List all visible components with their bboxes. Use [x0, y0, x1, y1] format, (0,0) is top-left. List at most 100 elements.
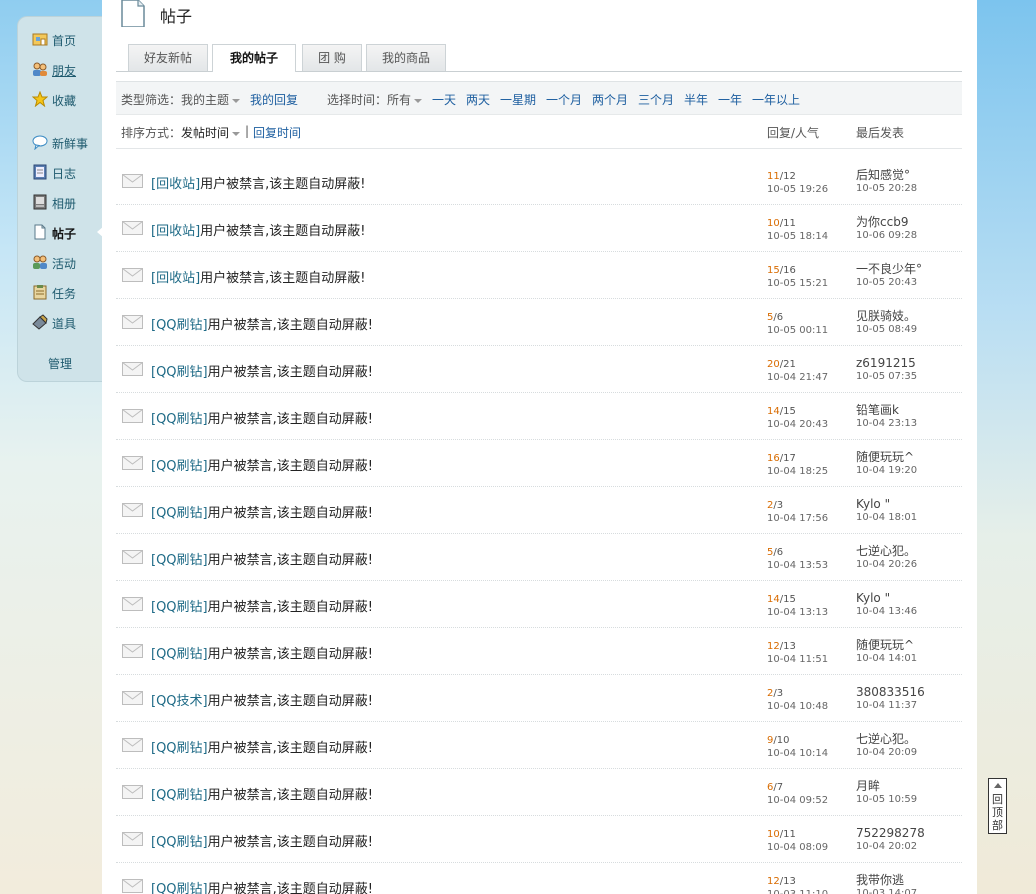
thread-title: 用户被禁言,该主题自动屏蔽!: [207, 553, 373, 568]
sidebar-item-favorites[interactable]: 收藏: [18, 87, 103, 111]
time-range-2months[interactable]: 两个月: [592, 91, 628, 108]
last-poster-link[interactable]: 752298278: [856, 827, 925, 840]
last-post-time: 10-05 20:43: [856, 277, 918, 288]
sidebar-item-label: 帖子: [52, 227, 77, 241]
sidebar-item-tasks[interactable]: 任务: [18, 280, 103, 304]
last-post-time: 10-05 08:49: [856, 324, 918, 335]
thread-subject-link[interactable]: [QQ刷钻]用户被禁言,该主题自动屏蔽!: [151, 361, 373, 380]
table-row: [QQ刷钻]用户被禁言,该主题自动屏蔽! 9/10 10-04 10:14 七逆心犯。…: [116, 722, 962, 769]
last-post: 随便玩玩^ 10-04 19:20: [856, 451, 917, 477]
last-poster-link[interactable]: 一不良少年°: [856, 263, 922, 276]
thread-subject-link[interactable]: [回收站]用户被禁言,该主题自动屏蔽!: [151, 220, 366, 239]
post-date: 10-05 00:11: [767, 325, 829, 336]
time-range-2days[interactable]: 两天: [466, 91, 490, 108]
last-poster-link[interactable]: 随便玩玩^: [856, 639, 917, 652]
last-poster-link[interactable]: z6191215: [856, 357, 917, 370]
time-range-1day[interactable]: 一天: [432, 91, 456, 108]
last-poster-link[interactable]: 七逆心犯。: [856, 733, 917, 746]
last-poster-link[interactable]: 我带你逃: [856, 874, 917, 887]
last-post-time: 10-04 14:01: [856, 653, 918, 664]
table-row: [回收站]用户被禁言,该主题自动屏蔽! 10/11 10-05 18:14 为你ccb…: [116, 205, 962, 252]
back-to-top-button[interactable]: 回顶部: [988, 778, 1007, 834]
last-poster-link[interactable]: Kylo ": [856, 592, 917, 605]
thread-subject-link[interactable]: [QQ刷钻]用户被禁言,该主题自动屏蔽!: [151, 455, 373, 474]
last-poster-link[interactable]: 见朕骑妓。: [856, 310, 917, 323]
table-row: [QQ刷钻]用户被禁言,该主题自动屏蔽! 10/11 10-04 08:09 7522…: [116, 816, 962, 863]
view-count: 11: [783, 829, 796, 840]
sidebar-item-news[interactable]: 新鲜事: [18, 130, 103, 154]
envelope-icon: [122, 785, 143, 799]
thread-subject-link[interactable]: [QQ刷钻]用户被禁言,该主题自动屏蔽!: [151, 596, 373, 615]
reply-count: 16: [767, 453, 780, 464]
thread-subject-link[interactable]: [QQ刷钻]用户被禁言,该主题自动屏蔽!: [151, 408, 373, 427]
sort-by-reply-time[interactable]: 回复时间: [253, 124, 301, 141]
tab-group-buy[interactable]: 团 购: [302, 44, 362, 71]
thread-subject-link[interactable]: [QQ刷钻]用户被禁言,该主题自动屏蔽!: [151, 643, 373, 662]
post-date: 10-04 10:48: [767, 701, 829, 712]
tab-my-posts[interactable]: 我的帖子: [212, 44, 296, 72]
tab-friends-posts[interactable]: 好友新帖: [128, 44, 208, 71]
post-date: 10-05 18:14: [767, 231, 829, 242]
last-post: 见朕骑妓。 10-05 08:49: [856, 310, 917, 336]
arrow-up-icon: [994, 783, 1002, 788]
thread-stats: 10/11 10-05 18:14: [767, 217, 828, 243]
time-filter-dropdown[interactable]: 所有: [387, 91, 423, 108]
thread-category: [QQ技术]: [151, 694, 208, 709]
last-poster-link[interactable]: 月眸: [856, 780, 917, 793]
last-post: 七逆心犯。 10-04 20:09: [856, 733, 917, 759]
last-poster-link[interactable]: 后知感觉°: [856, 169, 917, 182]
table-row: [QQ刷钻]用户被禁言,该主题自动屏蔽! 12/13 10-04 11:51 随便玩玩…: [116, 628, 962, 675]
sidebar-item-friends[interactable]: 朋友: [18, 57, 103, 81]
last-post-time: 10-04 13:46: [856, 606, 918, 617]
thread-subject-link[interactable]: [QQ技术]用户被禁言,该主题自动屏蔽!: [151, 690, 373, 709]
thread-subject-link[interactable]: [QQ刷钻]用户被禁言,该主题自动屏蔽!: [151, 549, 373, 568]
my-replies-link[interactable]: 我的回复: [250, 91, 298, 108]
envelope-icon: [122, 644, 143, 658]
view-count: 13: [783, 641, 796, 652]
last-poster-link[interactable]: 铅笔画k: [856, 404, 917, 417]
time-range-3months[interactable]: 三个月: [638, 91, 674, 108]
thread-title: 用户被禁言,该主题自动屏蔽!: [207, 365, 373, 380]
reply-count: 12: [767, 641, 780, 652]
time-range-half-year[interactable]: 半年: [684, 91, 708, 108]
thread-stats: 20/21 10-04 21:47: [767, 358, 828, 384]
last-poster-link[interactable]: 随便玩玩^: [856, 451, 917, 464]
time-range-1month[interactable]: 一个月: [546, 91, 582, 108]
thread-subject-link[interactable]: [QQ刷钻]用户被禁言,该主题自动屏蔽!: [151, 831, 373, 850]
thread-subject-link[interactable]: [QQ刷钻]用户被禁言,该主题自动屏蔽!: [151, 737, 373, 756]
sort-dropdown[interactable]: 发帖时间: [181, 124, 241, 141]
thread-subject-link[interactable]: [回收站]用户被禁言,该主题自动屏蔽!: [151, 267, 366, 286]
last-poster-link[interactable]: 七逆心犯。: [856, 545, 917, 558]
sidebar-item-album[interactable]: 相册: [18, 190, 103, 214]
envelope-icon: [122, 362, 143, 376]
thread-subject-link[interactable]: [QQ刷钻]用户被禁言,该主题自动屏蔽!: [151, 784, 373, 803]
thread-category: [QQ刷钻]: [151, 882, 208, 894]
last-poster-link[interactable]: Kylo ": [856, 498, 917, 511]
thread-stats: 9/10 10-04 10:14: [767, 734, 828, 760]
thread-subject-link[interactable]: [QQ刷钻]用户被禁言,该主题自动屏蔽!: [151, 314, 373, 333]
sidebar-item-posts[interactable]: 帖子: [18, 220, 104, 244]
thread-subject-link[interactable]: [QQ刷钻]用户被禁言,该主题自动屏蔽!: [151, 502, 373, 521]
thread-category: [QQ刷钻]: [151, 365, 208, 380]
type-filter-dropdown[interactable]: 我的主题: [181, 91, 241, 108]
thread-subject-link[interactable]: [QQ刷钻]用户被禁言,该主题自动屏蔽!: [151, 878, 373, 894]
sidebar-item-blog[interactable]: 日志: [18, 160, 103, 184]
time-range-1week[interactable]: 一星期: [500, 91, 536, 108]
home-icon: [32, 33, 48, 46]
thread-stats: 2/3 10-04 10:48: [767, 687, 828, 713]
tab-my-goods[interactable]: 我的商品: [366, 44, 446, 71]
sidebar-item-home[interactable]: 首页: [18, 27, 103, 51]
last-poster-link[interactable]: 为你ccb9: [856, 216, 917, 229]
thread-title: 用户被禁言,该主题自动屏蔽!: [207, 741, 373, 756]
view-count: 13: [783, 876, 796, 887]
envelope-icon: [122, 879, 143, 893]
thread-subject-link[interactable]: [回收站]用户被禁言,该主题自动屏蔽!: [151, 173, 366, 192]
sidebar-item-props[interactable]: 道具: [18, 310, 103, 334]
sidebar-item-events[interactable]: 活动: [18, 250, 103, 274]
sidebar-manage-link[interactable]: 管理: [48, 355, 72, 372]
time-range-1year[interactable]: 一年: [718, 91, 742, 108]
view-count: 21: [783, 359, 796, 370]
last-poster-link[interactable]: 380833516: [856, 686, 925, 699]
sort-divider: |: [245, 124, 250, 138]
time-range-over-1year[interactable]: 一年以上: [752, 91, 800, 108]
